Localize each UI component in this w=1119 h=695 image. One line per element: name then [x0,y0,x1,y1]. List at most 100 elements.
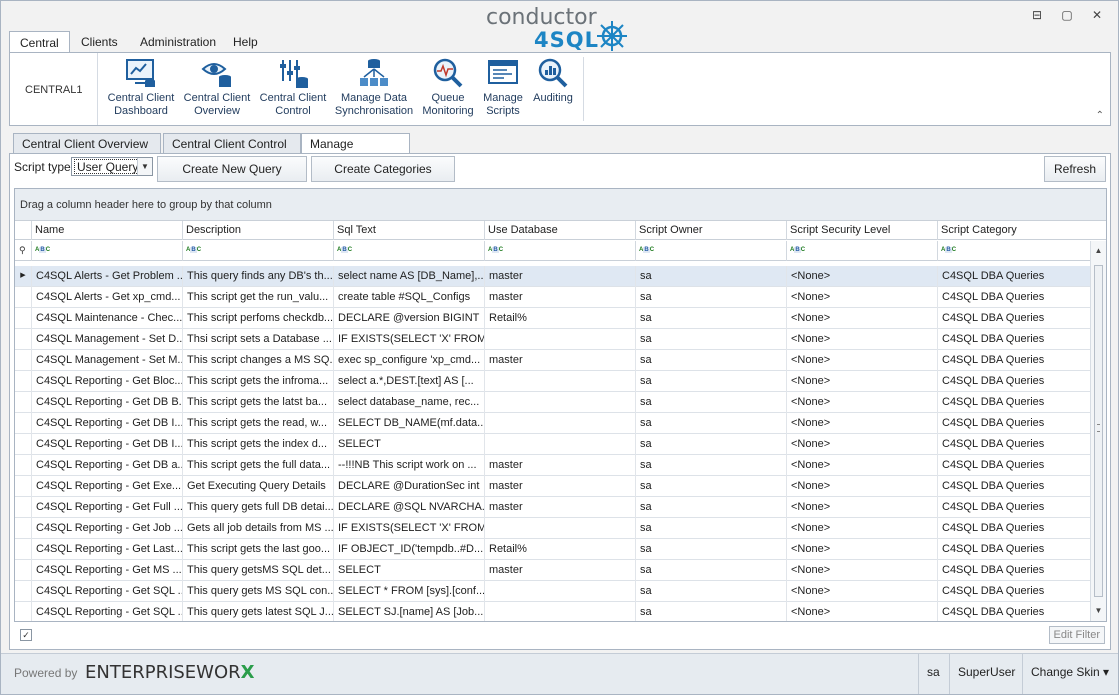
chevron-down-icon[interactable]: ▼ [137,158,152,175]
column-header-script-security-level[interactable]: Script Security Level [786,221,937,240]
cell-script-owner[interactable]: sa [635,518,786,539]
cell-sql-text[interactable]: select database_name, rec... [333,392,484,413]
row-indicator[interactable] [15,413,31,433]
filter-cell-use-database[interactable]: ABC [484,241,635,261]
cell-use-database[interactable] [484,602,635,621]
cell-description[interactable]: This script gets the last goo... [182,539,333,560]
cell-description[interactable]: This script gets the index d... [182,434,333,455]
tab-manage-scripts[interactable]: Manage Scripts✕ [301,133,410,171]
cell-name[interactable]: C4SQL Reporting - Get DB B... [31,392,182,413]
cell-use-database[interactable] [484,329,635,350]
row-indicator-arrow-icon[interactable]: ▶ [15,266,31,286]
cell-description[interactable]: This script changes a MS SQ... [182,350,333,371]
cell-name[interactable]: C4SQL Reporting - Get SQL ... [31,581,182,602]
cell-use-database[interactable]: Retail% [484,308,635,329]
cell-sql-text[interactable]: SELECT SJ.[name] AS [Job... [333,602,484,621]
row-indicator[interactable] [15,581,31,601]
filter-cell-script-security-level[interactable]: ABC [786,241,937,261]
row-indicator[interactable] [15,518,31,538]
scroll-down-icon[interactable]: ▼ [1091,603,1106,619]
cell-use-database[interactable] [484,434,635,455]
table-row[interactable]: C4SQL Reporting - Get Exe... Get Executin… [15,476,1090,497]
cell-script-owner[interactable]: sa [635,581,786,602]
central-client-dashboard-button[interactable]: Central Client Dashboard [106,57,176,123]
cell-use-database[interactable]: master [484,266,635,287]
column-header-use-database[interactable]: Use Database [484,221,635,240]
cell-script-owner[interactable]: sa [635,560,786,581]
cell-sql-text[interactable]: exec sp_configure 'xp_cmd... [333,350,484,371]
filter-enabled-checkbox[interactable]: ✓ [20,629,32,641]
table-row[interactable]: C4SQL Reporting - Get Last... This script… [15,539,1090,560]
table-row[interactable]: C4SQL Management - Set M... This script c… [15,350,1090,371]
row-indicator[interactable] [15,287,31,307]
ribbon-tab-clients[interactable]: Clients [71,31,128,53]
cell-description[interactable]: This query gets MS SQL con... [182,581,333,602]
row-indicator[interactable] [15,350,31,370]
cell-script-category[interactable]: C4SQL DBA Queries [937,392,1090,413]
cell-script-security-level[interactable]: <None> [786,371,937,392]
table-row[interactable]: C4SQL Reporting - Get Full ... This query… [15,497,1090,518]
cell-use-database[interactable] [484,518,635,539]
scroll-thumb[interactable] [1094,265,1103,597]
cell-script-category[interactable]: C4SQL DBA Queries [937,434,1090,455]
column-header-name[interactable]: Name [31,221,182,240]
cell-description[interactable]: Gets all job details from MS ... [182,518,333,539]
cell-name[interactable]: C4SQL Reporting - Get SQL ... [31,602,182,621]
cell-script-category[interactable]: C4SQL DBA Queries [937,476,1090,497]
cell-script-security-level[interactable]: <None> [786,560,937,581]
cell-script-category[interactable]: C4SQL DBA Queries [937,602,1090,621]
cell-script-owner[interactable]: sa [635,539,786,560]
filter-cell-script-category[interactable]: ABC [937,241,1090,261]
cell-use-database[interactable]: Retail% [484,539,635,560]
ribbon-tab-help[interactable]: Help [223,31,268,53]
row-indicator[interactable] [15,497,31,517]
table-row[interactable]: C4SQL Reporting - Get MS ... This query g… [15,560,1090,581]
create-categories-button[interactable]: Create Categories [311,156,455,182]
cell-name[interactable]: C4SQL Management - Set D... [31,329,182,350]
cell-description[interactable]: This query getsMS SQL det... [182,560,333,581]
refresh-button[interactable]: Refresh [1044,156,1106,182]
row-indicator[interactable] [15,434,31,454]
cell-script-category[interactable]: C4SQL DBA Queries [937,497,1090,518]
cell-script-security-level[interactable]: <None> [786,434,937,455]
table-row[interactable]: C4SQL Reporting - Get SQL ... This query … [15,581,1090,602]
cell-sql-text[interactable]: IF EXISTS(SELECT 'X' FROM... [333,518,484,539]
cell-use-database[interactable]: master [484,287,635,308]
cell-script-owner[interactable]: sa [635,455,786,476]
minimize-button[interactable]: ⊟ [1028,7,1046,23]
manage-data-synchronisation-button[interactable]: Manage Data Synchronisation [334,57,414,123]
scroll-up-icon[interactable]: ▲ [1091,243,1106,259]
change-skin-menu[interactable]: Change Skin ▾ [1022,654,1117,694]
column-header-description[interactable]: Description [182,221,333,240]
ribbon-collapse-icon[interactable]: ⌃ [1096,110,1104,121]
close-button[interactable]: ✕ [1088,7,1106,23]
cell-sql-text[interactable]: IF OBJECT_ID('tempdb..#D... [333,539,484,560]
row-indicator[interactable] [15,539,31,559]
cell-script-category[interactable]: C4SQL DBA Queries [937,350,1090,371]
cell-use-database[interactable]: master [484,476,635,497]
cell-script-security-level[interactable]: <None> [786,308,937,329]
cell-description[interactable]: This script get the run_valu... [182,287,333,308]
table-row[interactable]: C4SQL Reporting - Get SQL ... This query … [15,602,1090,621]
cell-name[interactable]: C4SQL Maintenance - Chec... [31,308,182,329]
cell-use-database[interactable]: master [484,560,635,581]
cell-script-category[interactable]: C4SQL DBA Queries [937,329,1090,350]
cell-description[interactable]: This query finds any DB's th... [182,266,333,287]
cell-name[interactable]: C4SQL Reporting - Get DB a... [31,455,182,476]
row-indicator[interactable] [15,392,31,412]
cell-description[interactable]: Get Executing Query Details [182,476,333,497]
cell-script-owner[interactable]: sa [635,266,786,287]
cell-script-category[interactable]: C4SQL DBA Queries [937,581,1090,602]
central-client-control-button[interactable]: Central Client Control [258,57,328,123]
cell-script-category[interactable]: C4SQL DBA Queries [937,455,1090,476]
table-row[interactable]: C4SQL Reporting - Get Job ... Gets all jo… [15,518,1090,539]
cell-script-category[interactable]: C4SQL DBA Queries [937,413,1090,434]
cell-script-owner[interactable]: sa [635,434,786,455]
cell-script-owner[interactable]: sa [635,308,786,329]
cell-description[interactable]: This script gets the infroma... [182,371,333,392]
table-row[interactable]: C4SQL Maintenance - Chec... This script p… [15,308,1090,329]
filter-cell-description[interactable]: ABC [182,241,333,261]
table-row[interactable]: C4SQL Reporting - Get DB I... This script… [15,413,1090,434]
group-by-panel[interactable]: Drag a column header here to group by th… [15,189,1106,221]
create-new-query-button[interactable]: Create New Query [157,156,307,182]
